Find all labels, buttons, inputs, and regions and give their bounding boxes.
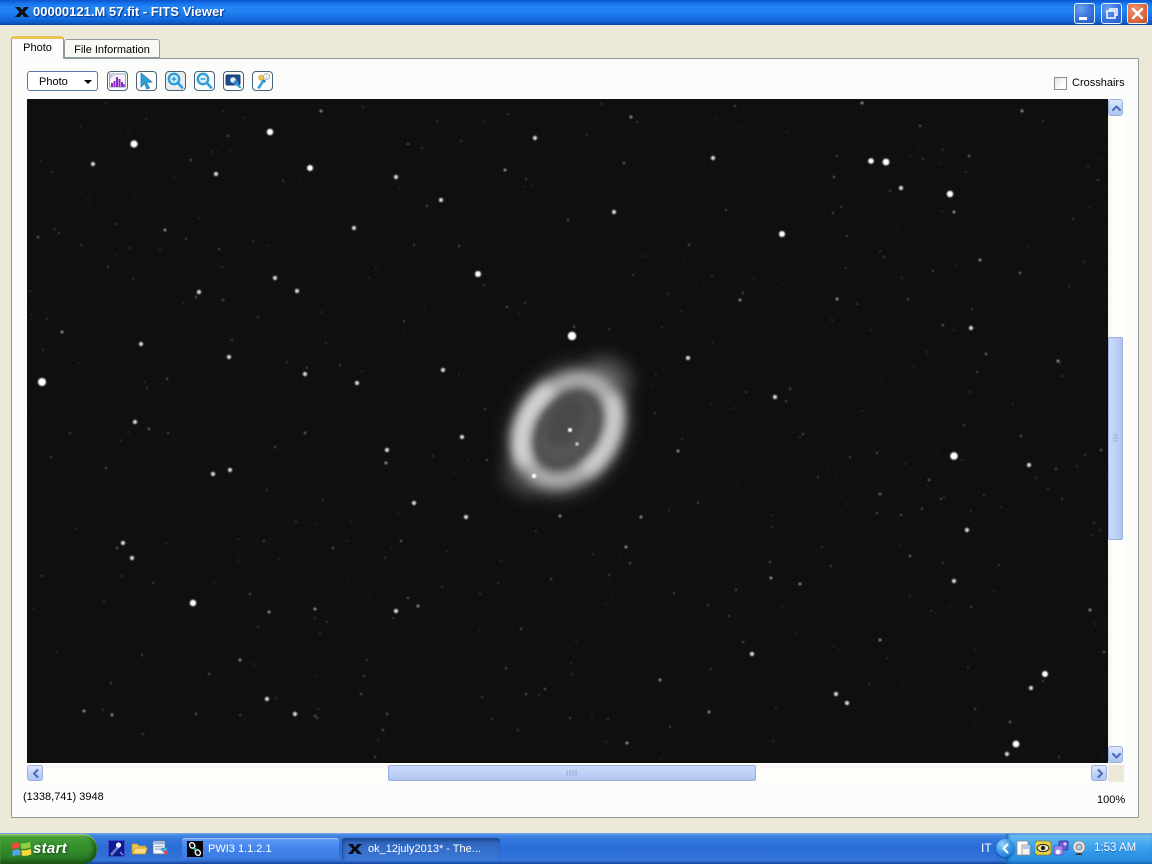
svg-text:i: i [266, 75, 267, 81]
